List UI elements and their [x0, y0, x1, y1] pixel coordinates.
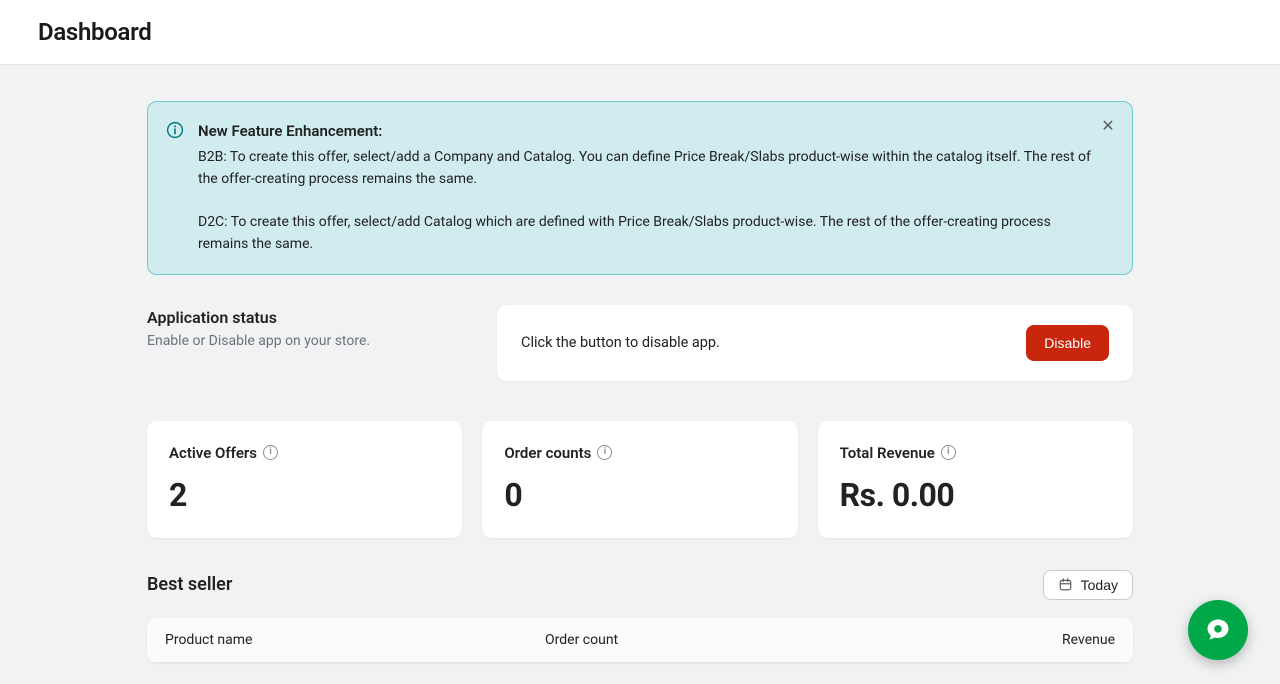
app-status-heading: Application status [147, 308, 467, 327]
banner-body: New Feature Enhancement: B2B: To create … [198, 120, 1092, 256]
date-filter-label: Today [1081, 577, 1118, 593]
date-filter-button[interactable]: Today [1043, 570, 1133, 600]
info-icon [166, 121, 184, 139]
app-status-section: Application status Enable or Disable app… [147, 305, 1133, 381]
stat-card-active-offers: Active Offers i 2 [147, 421, 462, 538]
stat-value-order-counts: 0 [504, 476, 775, 514]
chat-fab[interactable] [1188, 600, 1248, 660]
banner-text-b2b: B2B: To create this offer, select/add a … [198, 147, 1092, 190]
stats-row: Active Offers i 2 Order counts i 0 Total… [147, 421, 1133, 538]
bestseller-heading: Best seller [147, 574, 232, 595]
app-status-card-text: Click the button to disable app. [521, 334, 720, 351]
chat-icon [1204, 616, 1232, 644]
stat-value-total-revenue: Rs. 0.00 [840, 476, 1111, 514]
info-icon[interactable]: i [941, 445, 956, 460]
info-icon[interactable]: i [597, 445, 612, 460]
stat-label-active-offers: Active Offers i [169, 444, 278, 462]
bestseller-head: Best seller Today [147, 570, 1133, 600]
stat-label-order-counts: Order counts i [504, 444, 612, 462]
disable-button[interactable]: Disable [1026, 325, 1109, 361]
content-area: New Feature Enhancement: B2B: To create … [147, 65, 1133, 663]
app-status-card: Click the button to disable app. Disable [497, 305, 1133, 381]
bestseller-table: Product name Order count Revenue [147, 618, 1133, 663]
close-icon[interactable]: ✕ [1098, 116, 1118, 136]
stat-value-active-offers: 2 [169, 476, 440, 514]
th-order-count: Order count [545, 632, 995, 648]
stat-card-total-revenue: Total Revenue i Rs. 0.00 [818, 421, 1133, 538]
stat-card-order-counts: Order counts i 0 [482, 421, 797, 538]
info-icon[interactable]: i [263, 445, 278, 460]
th-revenue: Revenue [995, 632, 1115, 648]
banner-text-d2c: D2C: To create this offer, select/add Ca… [198, 212, 1092, 255]
page-title: Dashboard [38, 18, 1242, 46]
calendar-icon [1058, 577, 1073, 592]
app-status-sub: Enable or Disable app on your store. [147, 333, 467, 349]
app-status-text: Application status Enable or Disable app… [147, 305, 467, 381]
th-product-name: Product name [165, 632, 545, 648]
stat-label-total-revenue: Total Revenue i [840, 444, 956, 462]
banner-title: New Feature Enhancement: [198, 120, 1092, 143]
bestseller-thead: Product name Order count Revenue [147, 618, 1133, 663]
info-banner: New Feature Enhancement: B2B: To create … [147, 101, 1133, 275]
header-bar: Dashboard [0, 0, 1280, 65]
